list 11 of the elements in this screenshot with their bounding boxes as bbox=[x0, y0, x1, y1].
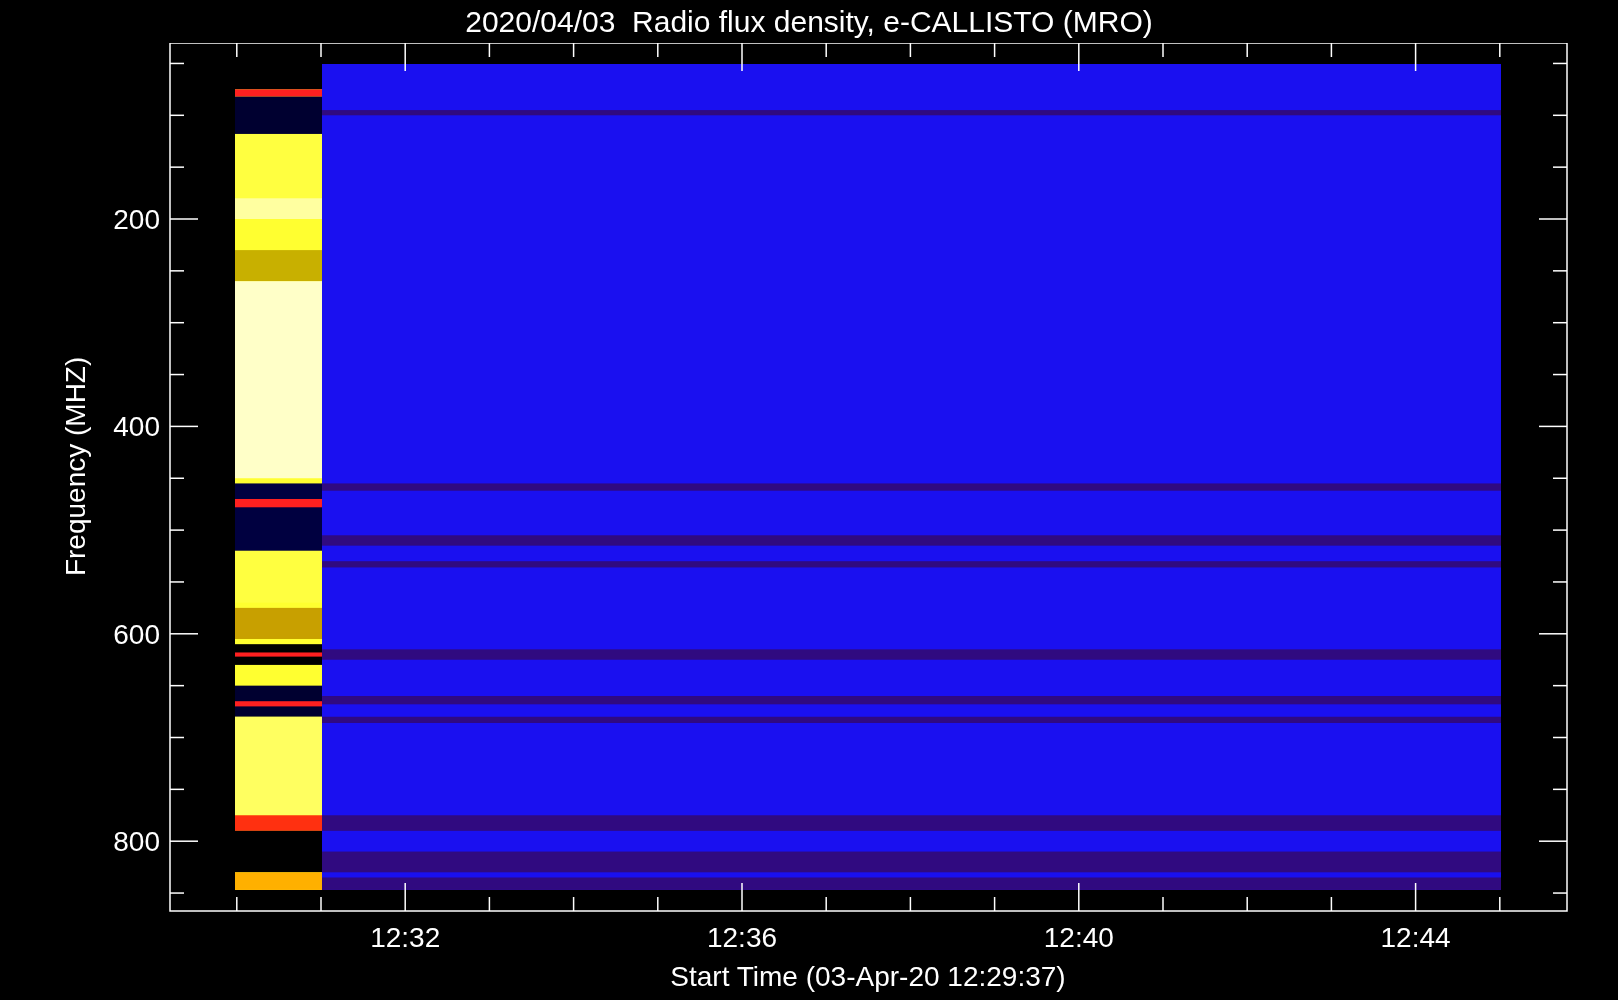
chart-title: 2020/04/03 Radio flux density, e-CALLISTO (MRO) bbox=[465, 6, 1153, 37]
y-tick-label: 800 bbox=[113, 826, 160, 858]
x-tick-label: 12:40 bbox=[1043, 922, 1114, 953]
y-tick-label: 600 bbox=[113, 618, 160, 650]
x-axis-label: Start Time (03-Apr-20 12:29:37) bbox=[670, 961, 1066, 992]
x-tick-label: 12:32 bbox=[370, 922, 441, 953]
y-tick-label: 200 bbox=[113, 204, 160, 235]
y-axis-label: Frequency (MHZ) bbox=[60, 356, 91, 577]
y-tick-label: 400 bbox=[113, 411, 160, 443]
x-tick-label: 12:36 bbox=[706, 922, 778, 953]
x-tick-label: 12:44 bbox=[1380, 922, 1451, 953]
